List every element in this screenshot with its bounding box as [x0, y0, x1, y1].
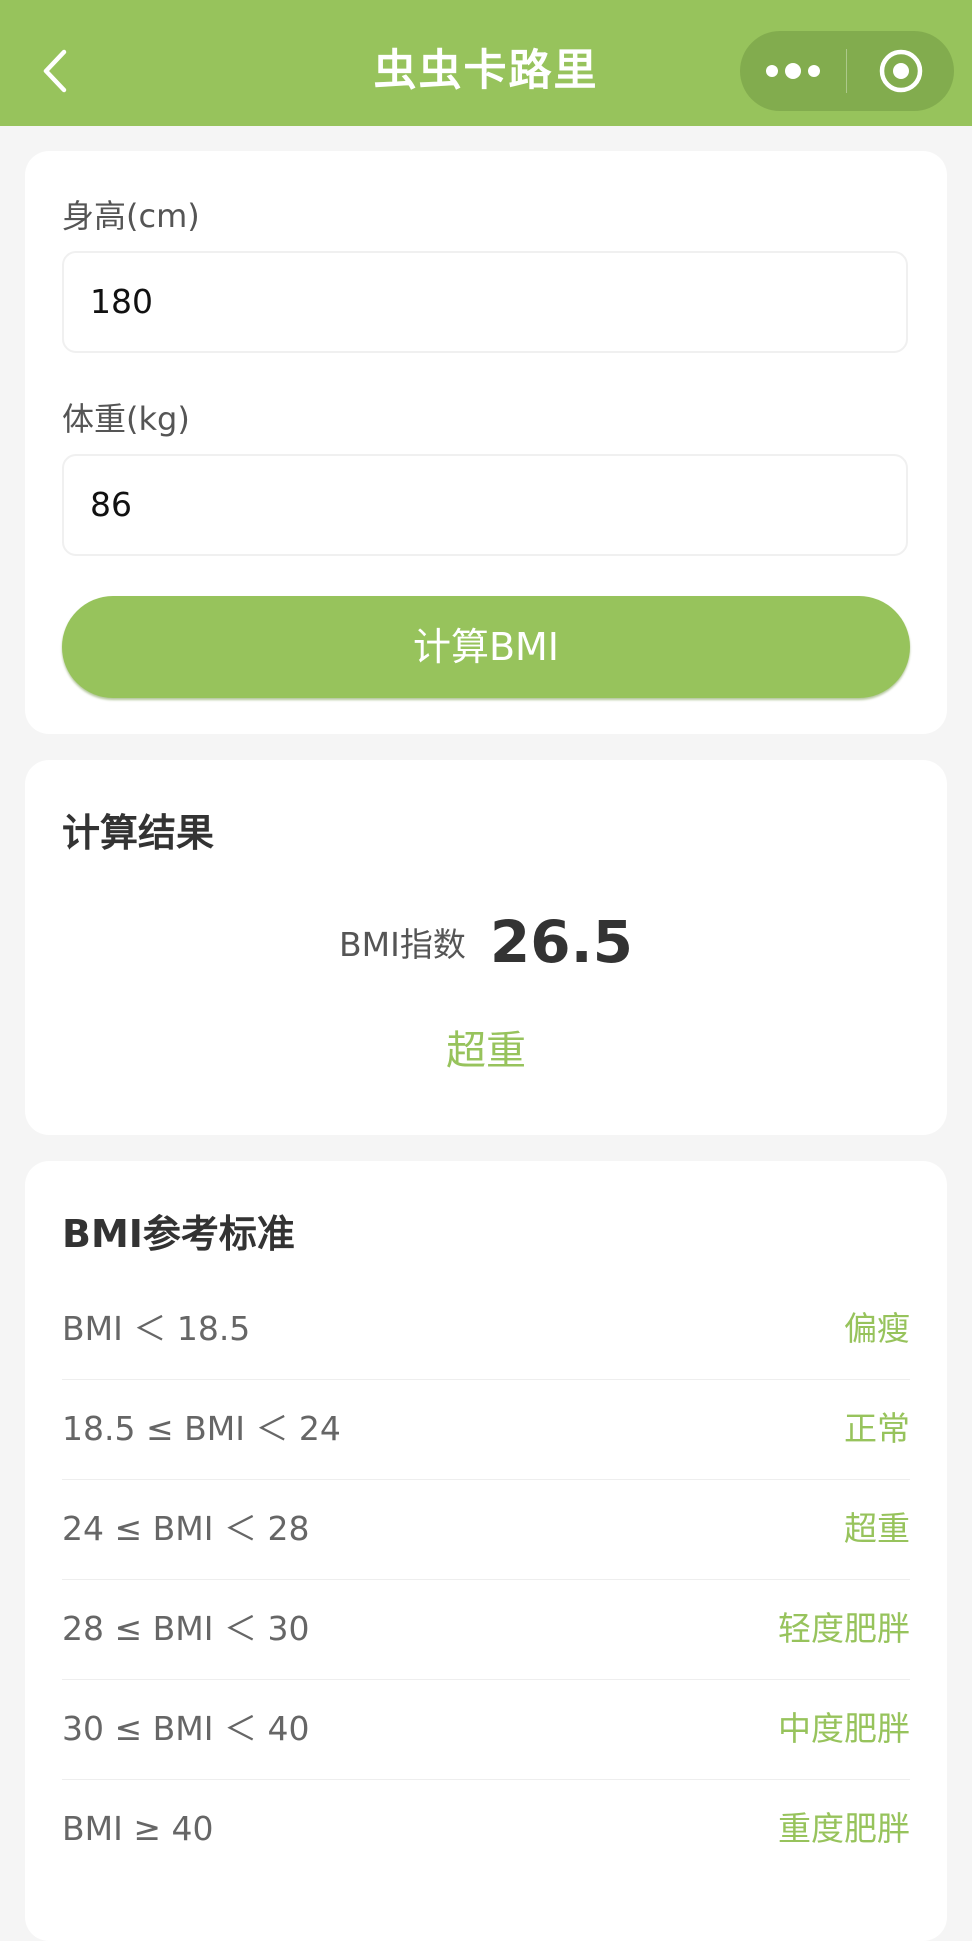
bmi-range: BMI ＜ 18.5: [62, 1309, 251, 1348]
bmi-value: 26.5: [489, 908, 633, 976]
reference-row: 28 ≤ BMI ＜ 30 轻度肥胖: [62, 1579, 910, 1680]
bmi-range: 28 ≤ BMI ＜ 30: [62, 1609, 310, 1648]
mini-program-capsule: [740, 31, 954, 111]
result-title: 计算结果: [62, 811, 215, 855]
reference-row: 24 ≤ BMI ＜ 28 超重: [62, 1479, 910, 1580]
calculate-bmi-button[interactable]: 计算BMI: [62, 596, 910, 698]
bmi-category: 中度肥胖: [778, 1709, 910, 1748]
reference-row: 30 ≤ BMI ＜ 40 中度肥胖: [62, 1679, 910, 1780]
height-label: 身高(cm): [62, 197, 200, 235]
bmi-category: 偏瘦: [844, 1309, 910, 1348]
reference-row: BMI ＜ 18.5 偏瘦: [62, 1279, 910, 1380]
bmi-category: 超重: [844, 1509, 910, 1548]
reference-title: BMI参考标准: [62, 1212, 295, 1256]
close-button[interactable]: [847, 31, 954, 111]
reference-card: BMI参考标准 BMI ＜ 18.5 偏瘦 18.5 ≤ BMI ＜ 24 正常…: [25, 1161, 947, 1941]
bmi-result-line: BMI指数 26.5: [25, 908, 947, 976]
bmi-range: BMI ≥ 40: [62, 1809, 214, 1848]
bmi-category: 重度肥胖: [778, 1809, 910, 1848]
input-card: 身高(cm) 180 体重(kg) 86 计算BMI: [25, 151, 947, 734]
bmi-range: 18.5 ≤ BMI ＜ 24: [62, 1409, 341, 1448]
bmi-range: 24 ≤ BMI ＜ 28: [62, 1509, 310, 1548]
reference-row: BMI ≥ 40 重度肥胖: [62, 1779, 910, 1879]
bmi-category: 正常: [844, 1409, 910, 1448]
weight-input[interactable]: 86: [62, 454, 908, 556]
result-card: 计算结果 BMI指数 26.5 超重: [25, 760, 947, 1135]
weight-label: 体重(kg): [62, 400, 190, 438]
more-button[interactable]: [740, 31, 846, 111]
bmi-range: 30 ≤ BMI ＜ 40: [62, 1709, 310, 1748]
more-dots-icon: [766, 63, 820, 79]
target-icon: [879, 49, 923, 93]
navigation-bar: 虫虫卡路里: [0, 0, 972, 126]
bmi-status: 超重: [446, 1028, 526, 1074]
reference-row: 18.5 ≤ BMI ＜ 24 正常: [62, 1379, 910, 1480]
bmi-label: BMI指数: [339, 925, 466, 964]
bmi-category: 轻度肥胖: [778, 1609, 910, 1648]
height-input[interactable]: 180: [62, 251, 908, 353]
